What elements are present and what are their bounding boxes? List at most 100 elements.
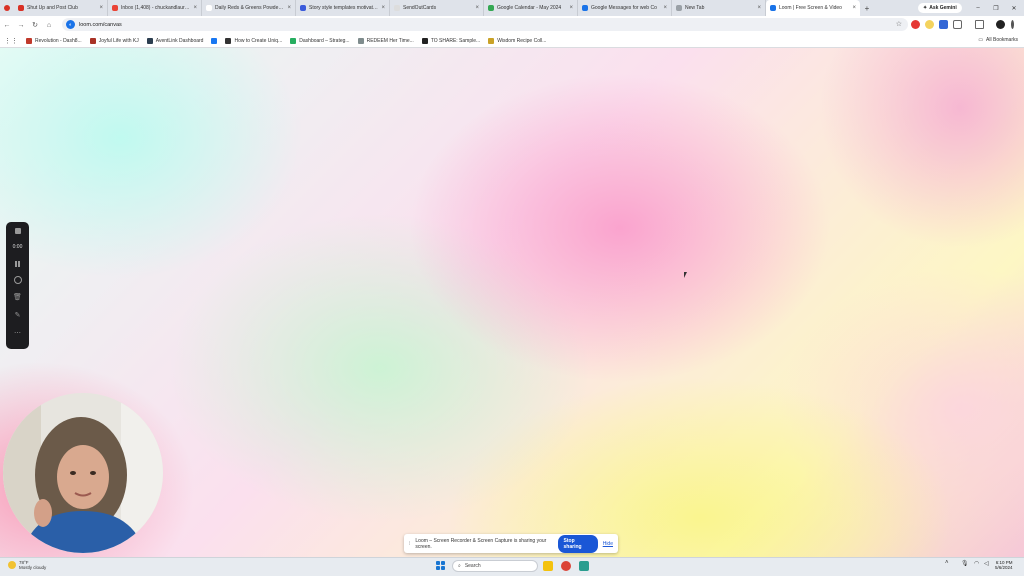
site-info-icon[interactable]: ◐ (66, 20, 75, 29)
ask-gemini-button[interactable]: ✦ Ask Gemini (918, 3, 962, 13)
back-arrow-icon[interactable]: ← (0, 22, 14, 29)
home-icon[interactable]: ⌂ (42, 22, 56, 29)
tab-close-icon[interactable]: × (381, 5, 385, 11)
pause-button[interactable] (11, 261, 25, 267)
browser-tab[interactable]: Inbox (1,408) - chuckandlaura@ × (108, 0, 202, 16)
bookmark-label: Wisdom Recipe Coll... (497, 37, 547, 44)
bookmark-item[interactable]: Joyful Life with KJ (89, 37, 139, 44)
tab-favicon-icon (582, 5, 588, 11)
bookmark-label: Dashboard – Strateg... (299, 37, 350, 44)
snipping-tool-icon[interactable] (579, 561, 589, 571)
system-clock[interactable]: 6:10 PM 5/6/2024 (995, 560, 1013, 570)
wifi-icon[interactable]: ◠ (974, 560, 979, 567)
bookmark-favicon-icon (146, 37, 153, 44)
browser-tab[interactable]: New Tab × (672, 0, 766, 16)
menu-dots-icon[interactable] (1011, 20, 1014, 29)
camera-bubble[interactable] (3, 393, 163, 553)
maximize-button[interactable]: ❐ (986, 0, 1006, 16)
bookmark-item[interactable]: How to Create Uniq... (225, 37, 282, 44)
browser-tab[interactable]: Shut Up and Post Club × (14, 0, 108, 16)
weather-desc: Mostly cloudy (19, 565, 47, 570)
bookmark-label: REDEEM Her Time... (366, 37, 414, 44)
cloud-sun-icon (8, 561, 16, 569)
bookmark-item[interactable]: AventLink Dashboard (146, 37, 204, 44)
bookmark-item[interactable]: TO SHARE: Sample... (421, 37, 481, 44)
browser-tab[interactable]: Daily Reds & Greens Powder Su × (202, 0, 296, 16)
extensions-puzzle-icon[interactable] (953, 20, 962, 29)
browser-tab[interactable]: Google Calendar - May 2024 × (484, 0, 578, 16)
minimize-button[interactable]: – (968, 0, 988, 16)
tab-favicon-icon (18, 5, 24, 11)
address-bar[interactable]: ◐ loom.com/canvas ☆ (62, 18, 908, 31)
tab-close-icon[interactable]: × (569, 5, 573, 11)
profile-avatar[interactable] (996, 20, 1005, 29)
bookmark-favicon-icon (488, 37, 495, 44)
tab-close-icon[interactable]: × (193, 5, 197, 11)
bookmark-item[interactable] (211, 37, 218, 44)
tab-favicon-icon (676, 5, 682, 11)
url-text[interactable]: loom.com/canvas (79, 22, 122, 28)
weather-widget[interactable]: 78°F Mostly cloudy (8, 560, 46, 570)
extension-icon[interactable] (925, 20, 934, 29)
tab-close-icon[interactable]: × (99, 5, 103, 11)
tab-search-icon[interactable] (0, 0, 14, 16)
recording-timer: 0:00 (12, 244, 23, 250)
browser-tab[interactable]: Loom | Free Screen & Video × (766, 0, 860, 16)
all-bookmarks-button[interactable]: ▭ All Bookmarks (978, 37, 1018, 43)
tab-label: Story style templates motivation (309, 5, 379, 11)
side-panel-icon[interactable] (975, 20, 984, 29)
windows-start-icon[interactable] (436, 561, 445, 570)
bookmark-favicon-icon (26, 37, 32, 44)
tab-close-icon[interactable]: × (287, 5, 291, 11)
reload-icon[interactable]: ↻ (28, 21, 42, 29)
sparkle-icon: ✦ (923, 5, 928, 11)
bookmarks-bar: ⋮⋮ Revolution - Dash8... Joyful Life with… (0, 34, 1024, 48)
bookmark-item[interactable]: Wisdom Recipe Coll... (488, 37, 547, 44)
sharing-message: Loom – Screen Recorder & Screen Capture … (415, 537, 547, 550)
tab-label: Google Messages for web Co (591, 5, 657, 11)
more-options-icon[interactable]: ⋯ (11, 329, 25, 338)
forward-arrow-icon[interactable]: → (14, 22, 28, 29)
delete-trash-icon[interactable]: 🗑︎ (11, 293, 25, 302)
tab-close-icon[interactable]: × (475, 5, 479, 11)
pinterest-extension-icon[interactable] (911, 20, 920, 29)
stop-recording-button[interactable] (11, 228, 25, 234)
browser-tab[interactable]: Google Messages for web Co × (578, 0, 672, 16)
browser-tab[interactable]: SendOutCards × (390, 0, 484, 16)
tab-label: New Tab (685, 5, 705, 11)
mouse-pointer-icon (684, 272, 687, 278)
tab-favicon-icon (300, 5, 306, 11)
bookmark-star-icon[interactable]: ☆ (896, 20, 902, 28)
bookmark-favicon-icon (290, 37, 297, 44)
close-window-button[interactable]: ✕ (1004, 0, 1024, 16)
bookmark-label: TO SHARE: Sample... (430, 37, 481, 44)
stop-sharing-button[interactable]: Stop sharing (557, 534, 598, 553)
bookmark-item[interactable]: REDEEM Her Time... (357, 37, 414, 44)
bookmark-item[interactable]: Revolution - Dash8... (26, 37, 82, 44)
file-explorer-icon[interactable] (543, 561, 553, 571)
volume-icon[interactable]: ◁ (984, 560, 989, 567)
bookmark-favicon-icon (225, 37, 232, 44)
microphone-icon[interactable]: 🎙︎ (961, 560, 969, 567)
bookmark-label: AventLink Dashboard (155, 37, 204, 44)
apps-grid-icon[interactable]: ⋮⋮ (4, 37, 18, 45)
tab-close-icon[interactable]: × (757, 5, 761, 11)
restart-button[interactable] (11, 276, 25, 284)
extension-badge-icon[interactable] (939, 20, 948, 29)
taskbar-search[interactable]: ⌕ Search (452, 560, 538, 572)
bookmark-favicon-icon (421, 37, 428, 44)
bookmark-label: Joyful Life with KJ (98, 37, 139, 44)
chrome-icon[interactable] (561, 561, 571, 571)
tab-favicon-icon (488, 5, 494, 11)
bookmark-item[interactable]: Dashboard – Strateg... (290, 37, 350, 44)
tab-close-icon[interactable]: × (663, 5, 667, 11)
browser-tab[interactable]: Story style templates motivation × (296, 0, 390, 16)
drag-handle-icon[interactable]: ⁞ (409, 541, 410, 547)
new-tab-button[interactable]: + (860, 4, 874, 13)
drawing-tool-icon[interactable]: ✎ (11, 311, 25, 320)
tab-favicon-icon (770, 5, 776, 11)
tab-label: SendOutCards (403, 5, 437, 11)
hide-link[interactable]: Hide (603, 541, 613, 547)
chevron-up-icon[interactable]: ˄ (945, 560, 949, 566)
tab-close-icon[interactable]: × (852, 5, 856, 11)
